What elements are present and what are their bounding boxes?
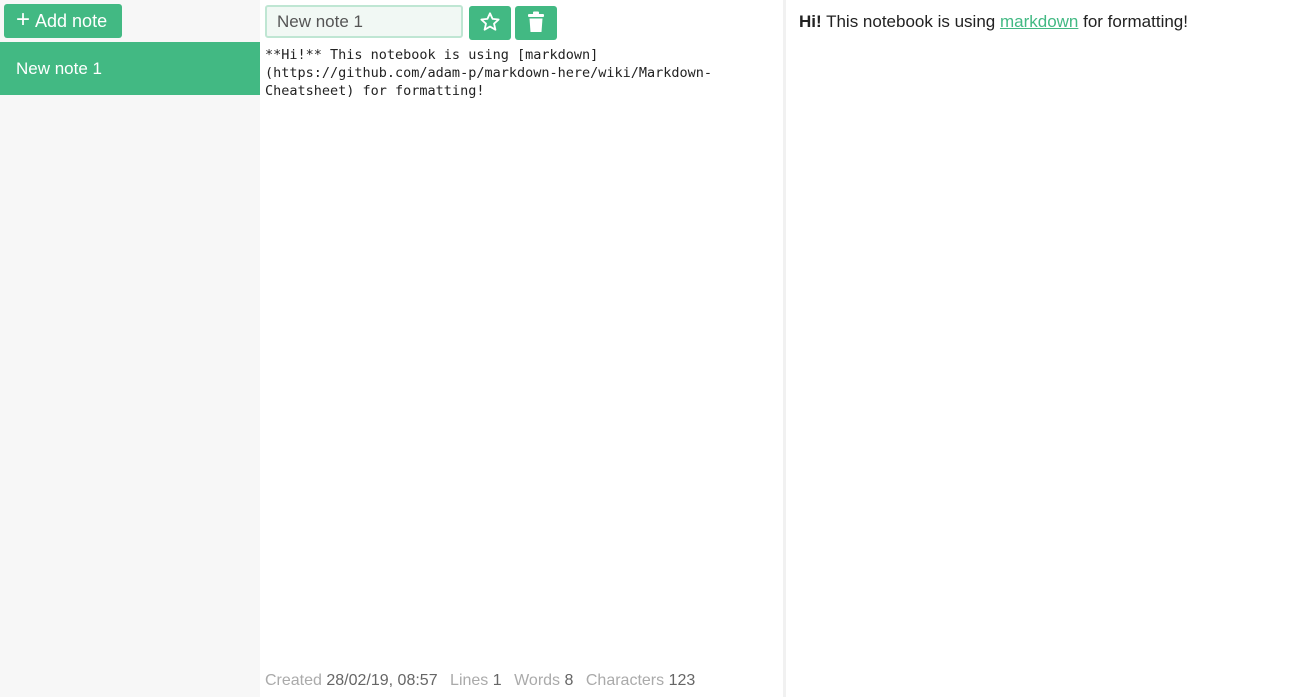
stat-lines-value: 1 — [492, 672, 502, 689]
note-list-item-title: New note 1 — [16, 58, 102, 78]
notebook-app: + Add note New note 1 New note 1 **Hi!**… — [0, 0, 1304, 697]
plus-icon: + — [16, 6, 31, 33]
stat-created: Created 28/02/19, 08:57 — [265, 672, 442, 689]
preview-text: This notebook is using — [821, 12, 1000, 31]
add-note-label: Add note — [35, 10, 108, 31]
delete-note-button[interactable] — [515, 6, 557, 40]
stat-words-value: 8 — [564, 672, 574, 689]
stat-characters-value: 123 — [668, 672, 696, 689]
markdown-preview: Hi! This notebook is using markdown for … — [786, 0, 1304, 697]
stat-created-value: 28/02/19, 08:57 — [326, 672, 438, 689]
trash-icon — [527, 11, 545, 36]
preview-paragraph: Hi! This notebook is using markdown for … — [799, 12, 1304, 32]
note-title-input[interactable] — [265, 5, 463, 38]
add-note-button[interactable]: + Add note — [4, 4, 122, 38]
stat-lines-label: Lines — [450, 672, 489, 689]
stat-characters-label: Characters — [585, 672, 665, 689]
favorite-button[interactable] — [469, 6, 511, 40]
note-list: New note 1 — [0, 42, 260, 95]
stat-words-label: Words — [514, 672, 561, 689]
sidebar: + Add note New note 1 — [0, 0, 260, 697]
preview-link[interactable]: markdown — [1000, 12, 1078, 31]
preview-bold-text: Hi! — [799, 12, 822, 31]
note-content-editor[interactable]: **Hi!** This notebook is using [markdown… — [265, 46, 775, 666]
star-icon — [479, 11, 501, 36]
preview-text-end: for formatting! — [1078, 12, 1188, 31]
editor-pane: **Hi!** This notebook is using [markdown… — [260, 0, 783, 697]
stat-characters: Characters 123 — [586, 672, 695, 689]
stat-words: Words 8 — [514, 672, 578, 689]
note-list-item[interactable]: New note 1 — [0, 42, 260, 95]
stat-lines: Lines 1 — [450, 672, 506, 689]
note-stats: Created 28/02/19, 08:57 Lines 1 Words 8 … — [265, 672, 703, 690]
stat-created-label: Created — [265, 672, 322, 689]
